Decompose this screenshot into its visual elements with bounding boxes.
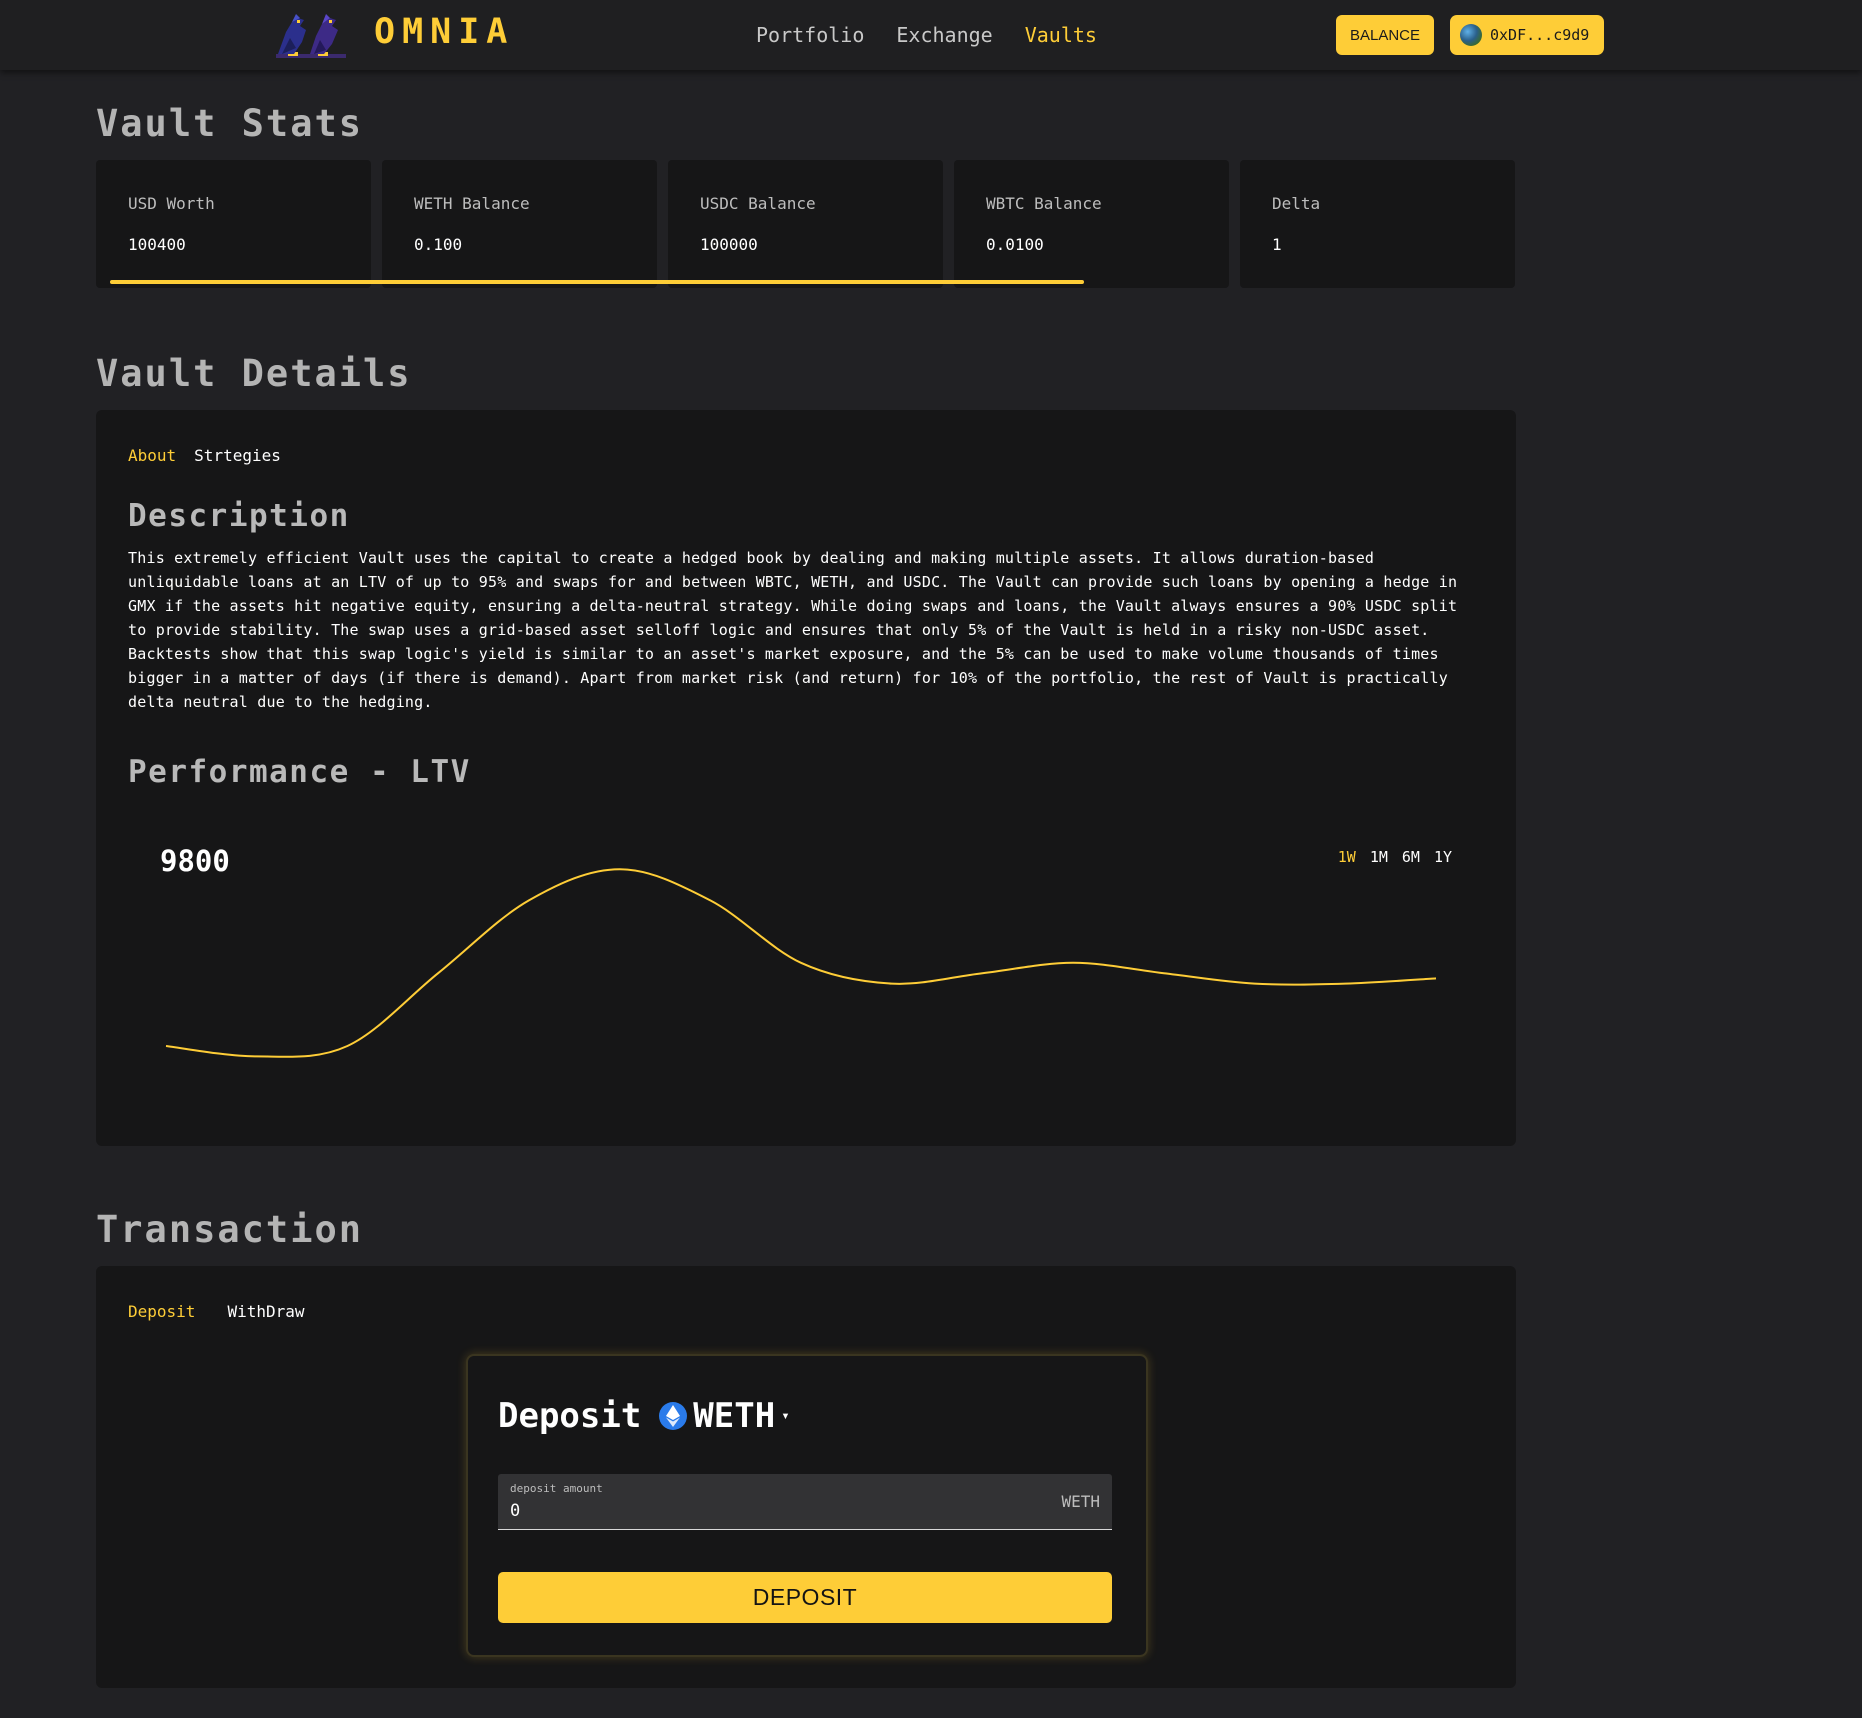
amount-unit: WETH: [1061, 1492, 1100, 1511]
tab-about[interactable]: About: [128, 446, 176, 465]
description-line: GMX if the assets hit negative equity, e…: [128, 597, 1458, 615]
stat-label: WBTC Balance: [986, 194, 1102, 213]
stats-progress-bar: [110, 280, 1502, 284]
transaction-panel: Deposit WithDraw Deposit WETH ▾ deposit …: [96, 1266, 1516, 1688]
stat-value: 0.100: [414, 235, 463, 254]
chevron-down-icon: ▾: [781, 1408, 790, 1424]
balance-button[interactable]: BALANCE: [1336, 15, 1434, 55]
wallet-avatar: [1460, 24, 1482, 46]
stat-label: USDC Balance: [700, 194, 816, 213]
token-selector[interactable]: WETH ▾: [659, 1396, 790, 1436]
main-nav: Portfolio Exchange Vaults: [756, 23, 1097, 47]
stat-value: 100000: [700, 235, 758, 254]
deposit-card: Deposit WETH ▾ deposit amount 0 WETH DEP…: [466, 1354, 1148, 1657]
stat-value: 1: [1272, 235, 1282, 254]
vault-description: This extremely efficient Vault uses the …: [128, 546, 1488, 714]
ltv-performance-chart: [165, 868, 1437, 1058]
top-navbar: OMNIA Portfolio Exchange Vaults BALANCE …: [0, 0, 1862, 70]
description-line: bigger in a matter of days (if there is …: [128, 669, 1448, 687]
ltv-series-line: [165, 868, 1437, 1058]
description-title: Description: [128, 498, 350, 534]
performance-title: Performance - LTV: [128, 754, 471, 790]
details-tabs: About Strtegies: [128, 446, 281, 465]
tab-withdraw[interactable]: WithDraw: [227, 1302, 304, 1321]
description-line: Backtests show that this swap logic's yi…: [128, 645, 1439, 663]
description-line: unliquidable loans at an LTV of up to 95…: [128, 573, 1458, 591]
nav-portfolio[interactable]: Portfolio: [756, 23, 864, 47]
vault-details-panel: About Strtegies Description This extreme…: [96, 410, 1516, 1146]
brand-name: OMNIA: [374, 12, 515, 52]
stat-card-wbtc-balance: WBTC Balance 0.0100: [954, 160, 1229, 288]
stat-card-delta: Delta 1: [1240, 160, 1515, 288]
stats-progress-fill: [110, 280, 1085, 284]
tab-strategies[interactable]: Strtegies: [194, 446, 281, 465]
amount-label: deposit amount: [510, 1482, 603, 1495]
vault-stats-cards: USD Worth 100400 WETH Balance 0.100 USDC…: [96, 160, 1516, 288]
description-line: This extremely efficient Vault uses the …: [128, 549, 1375, 567]
description-line: to provide stability. The swap uses a gr…: [128, 621, 1430, 639]
vault-details-title: Vault Details: [96, 352, 412, 395]
wallet-address: 0xDF...c9d9: [1490, 26, 1590, 44]
stat-label: WETH Balance: [414, 194, 530, 213]
deposit-button[interactable]: DEPOSIT: [498, 1572, 1112, 1623]
stat-card-usd-worth: USD Worth 100400: [96, 160, 371, 288]
tab-deposit[interactable]: Deposit: [128, 1302, 195, 1321]
wallet-button[interactable]: 0xDF...c9d9: [1450, 15, 1604, 55]
transaction-tabs: Deposit WithDraw: [128, 1302, 305, 1321]
omnia-logo-birds[interactable]: [270, 8, 354, 62]
deposit-card-title: Deposit: [498, 1396, 642, 1436]
stat-card-usdc-balance: USDC Balance 100000: [668, 160, 943, 288]
deposit-heading: Deposit WETH ▾: [498, 1396, 790, 1436]
token-name: WETH: [693, 1396, 776, 1436]
stat-label: Delta: [1272, 194, 1321, 213]
nav-vaults[interactable]: Vaults: [1025, 23, 1097, 47]
transaction-title: Transaction: [96, 1208, 364, 1251]
stat-card-weth-balance: WETH Balance 0.100: [382, 160, 657, 288]
nav-exchange[interactable]: Exchange: [896, 23, 992, 47]
stat-label: USD Worth: [128, 194, 215, 213]
vault-stats-title: Vault Stats: [96, 102, 364, 145]
stat-value: 100400: [128, 235, 186, 254]
ethereum-icon: [659, 1402, 688, 1430]
amount-input-value[interactable]: 0: [510, 1501, 520, 1521]
deposit-amount-field[interactable]: deposit amount 0 WETH: [498, 1474, 1112, 1530]
stat-value: 0.0100: [986, 235, 1044, 254]
description-line: delta neutral due to the hedging.: [128, 693, 433, 711]
